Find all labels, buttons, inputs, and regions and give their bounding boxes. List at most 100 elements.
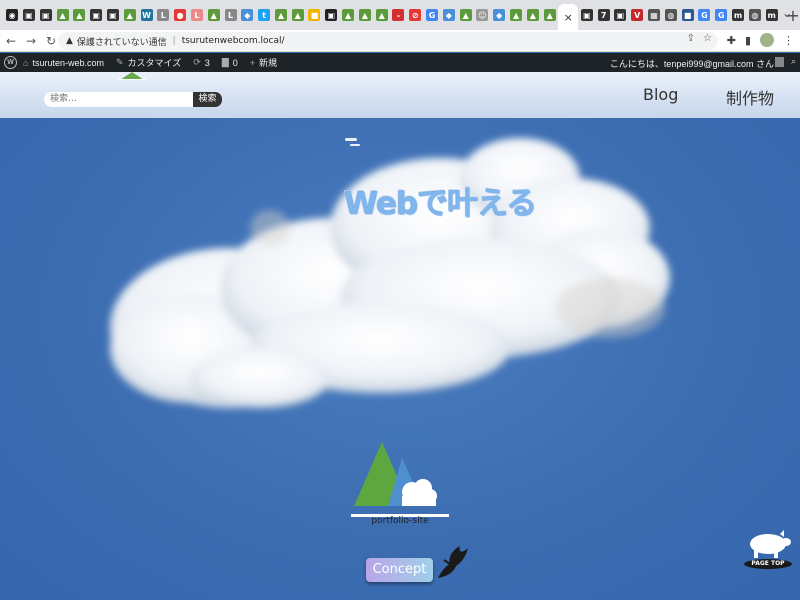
browser-tab[interactable]: ▲ <box>290 4 306 26</box>
admin-greeting[interactable]: こんにちは、tenpei999@gmail.com さん <box>610 57 774 70</box>
warning-icon: ▲ <box>66 36 73 46</box>
browser-tab[interactable]: ● <box>172 4 188 26</box>
browser-tab[interactable]: ▣ <box>579 4 595 26</box>
new-label: 新規 <box>259 58 278 68</box>
customize-label: カスタマイズ <box>127 58 182 68</box>
browser-tab[interactable]: ▣ <box>21 4 37 26</box>
browser-tab[interactable]: ▲ <box>273 4 289 26</box>
home-icon: ⌂ <box>23 57 29 68</box>
browser-tab[interactable]: L <box>189 4 205 26</box>
wp-admin-bar: W ⌂ tsuruten-web.com ✎ カスタマイズ ⟳ 3 ▇ 0 + … <box>0 53 800 72</box>
hero-title: Webで叶える <box>344 186 537 222</box>
concept-button[interactable]: Concept <box>366 558 433 582</box>
app-icon: ▣ <box>39 9 52 21</box>
google-icon: G <box>698 9 711 21</box>
browser-tab[interactable]: ◆ <box>239 4 255 26</box>
browser-tab[interactable]: ▲ <box>357 4 373 26</box>
blocked-icon: ⊘ <box>409 9 422 21</box>
sidepanel-icon[interactable]: ▮ <box>745 34 751 47</box>
search-input[interactable]: 検索… <box>44 92 194 107</box>
browser-tab[interactable]: ▣ <box>612 4 628 26</box>
browser-tab[interactable]: ☺ <box>474 4 490 26</box>
image-icon: ▦ <box>648 9 661 21</box>
close-tab-icon[interactable]: × <box>564 11 573 24</box>
admin-updates[interactable]: ⟳ 3 <box>193 57 210 68</box>
browser-tab[interactable]: G <box>713 4 729 26</box>
extensions-icon[interactable]: ✚ <box>727 34 736 47</box>
menu-icon[interactable]: ⋮ <box>783 34 794 47</box>
browser-tab[interactable]: ▣ <box>105 4 121 26</box>
browser-tab[interactable]: ◆ <box>491 4 507 26</box>
bookmark-star-icon[interactable]: ☆ <box>703 33 712 44</box>
browser-tab[interactable]: ▣ <box>38 4 54 26</box>
browser-tab[interactable]: ◍ <box>747 4 763 26</box>
comment-icon: ▇ <box>221 57 229 67</box>
browser-tab[interactable]: ▲ <box>71 4 87 26</box>
browser-tab[interactable]: ▲ <box>374 4 390 26</box>
browser-tab[interactable]: ◉ <box>4 4 20 26</box>
pagetop-label[interactable]: PAGE TOP <box>740 560 796 567</box>
browser-tab[interactable]: ▲ <box>508 4 524 26</box>
tab-search-icon[interactable]: ⌄ <box>782 6 792 20</box>
browser-tab[interactable]: ▣ <box>323 4 339 26</box>
admin-comments[interactable]: ▇ 0 <box>222 57 238 68</box>
site-icon: ▲ <box>375 9 388 21</box>
browser-tab[interactable]: ▲ <box>525 4 541 26</box>
browser-tab[interactable]: L <box>222 4 238 26</box>
shield-icon: ◆ <box>442 9 455 21</box>
browser-tab[interactable]: ▲ <box>340 4 356 26</box>
admin-search-icon[interactable]: ⌕ <box>791 56 796 67</box>
browser-tab[interactable]: ▲ <box>122 4 138 26</box>
app-icon: ▣ <box>90 9 103 21</box>
browser-tab[interactable]: ◆ <box>441 4 457 26</box>
browser-tab[interactable]: – <box>390 4 406 26</box>
shield-icon: ◆ <box>493 9 506 21</box>
browser-tab[interactable]: t <box>256 4 272 26</box>
address-separator: | <box>172 36 176 46</box>
life-icon: L <box>190 9 203 21</box>
site-logo-icon[interactable] <box>118 72 146 80</box>
wordpress-logo-icon[interactable]: W <box>4 56 17 69</box>
v-icon: V <box>631 9 644 21</box>
admin-new[interactable]: + 新規 <box>250 56 277 69</box>
browser-tab[interactable]: ■ <box>306 4 322 26</box>
browser-tab[interactable]: ■ <box>680 4 696 26</box>
browser-tab[interactable]: ▲ <box>542 4 558 26</box>
share-icon[interactable]: ⇪ <box>687 33 695 44</box>
browser-tab[interactable]: m <box>763 4 779 26</box>
google-icon: G <box>426 9 439 21</box>
browser-tab[interactable]: ▣ <box>88 4 104 26</box>
browser-tab[interactable]: ◍ <box>663 4 679 26</box>
person-icon: ☺ <box>476 9 489 21</box>
browser-tab[interactable]: 7 <box>596 4 612 26</box>
back-icon[interactable]: ← <box>2 34 20 48</box>
browser-tab[interactable]: G <box>696 4 712 26</box>
browser-tab[interactable]: m <box>730 4 746 26</box>
browser-toolbar: ← → ↻ ▲ 保護されていない通信 | tsurutenwebcom.loca… <box>0 30 800 52</box>
portfolio-logo-icon[interactable] <box>350 440 450 516</box>
admin-site-name[interactable]: ⌂ tsuruten-web.com <box>23 58 104 68</box>
browser-tab[interactable]: ▲ <box>206 4 222 26</box>
browser-tab[interactable]: ▲ <box>458 4 474 26</box>
admin-avatar[interactable] <box>775 57 784 67</box>
browser-tab[interactable]: ⊘ <box>407 4 423 26</box>
address-bar[interactable]: ▲ 保護されていない通信 | tsurutenwebcom.local/ ⇪ ☆ <box>58 32 718 50</box>
app-icon: ▣ <box>580 9 593 21</box>
browser-tab[interactable]: ▲ <box>54 4 70 26</box>
m-icon: m <box>765 9 778 21</box>
browser-tab[interactable]: G <box>424 4 440 26</box>
site-icon: ▲ <box>510 9 523 21</box>
browser-tab[interactable]: ▦ <box>646 4 662 26</box>
nav-works[interactable]: 制作物 <box>726 85 774 109</box>
browser-tab[interactable]: L <box>155 4 171 26</box>
admin-customize[interactable]: ✎ カスタマイズ <box>116 56 181 69</box>
browser-tab[interactable]: W <box>138 4 154 26</box>
browser-tab[interactable]: V <box>629 4 645 26</box>
search-button[interactable]: 検索 <box>193 92 222 107</box>
forward-icon[interactable]: → <box>22 34 40 48</box>
nav-blog[interactable]: Blog <box>643 85 678 104</box>
site-name-label: tsuruten-web.com <box>32 57 104 68</box>
plus-icon: + <box>249 57 256 68</box>
profile-avatar[interactable] <box>760 33 774 47</box>
browser-tab-active[interactable]: × <box>558 4 579 30</box>
